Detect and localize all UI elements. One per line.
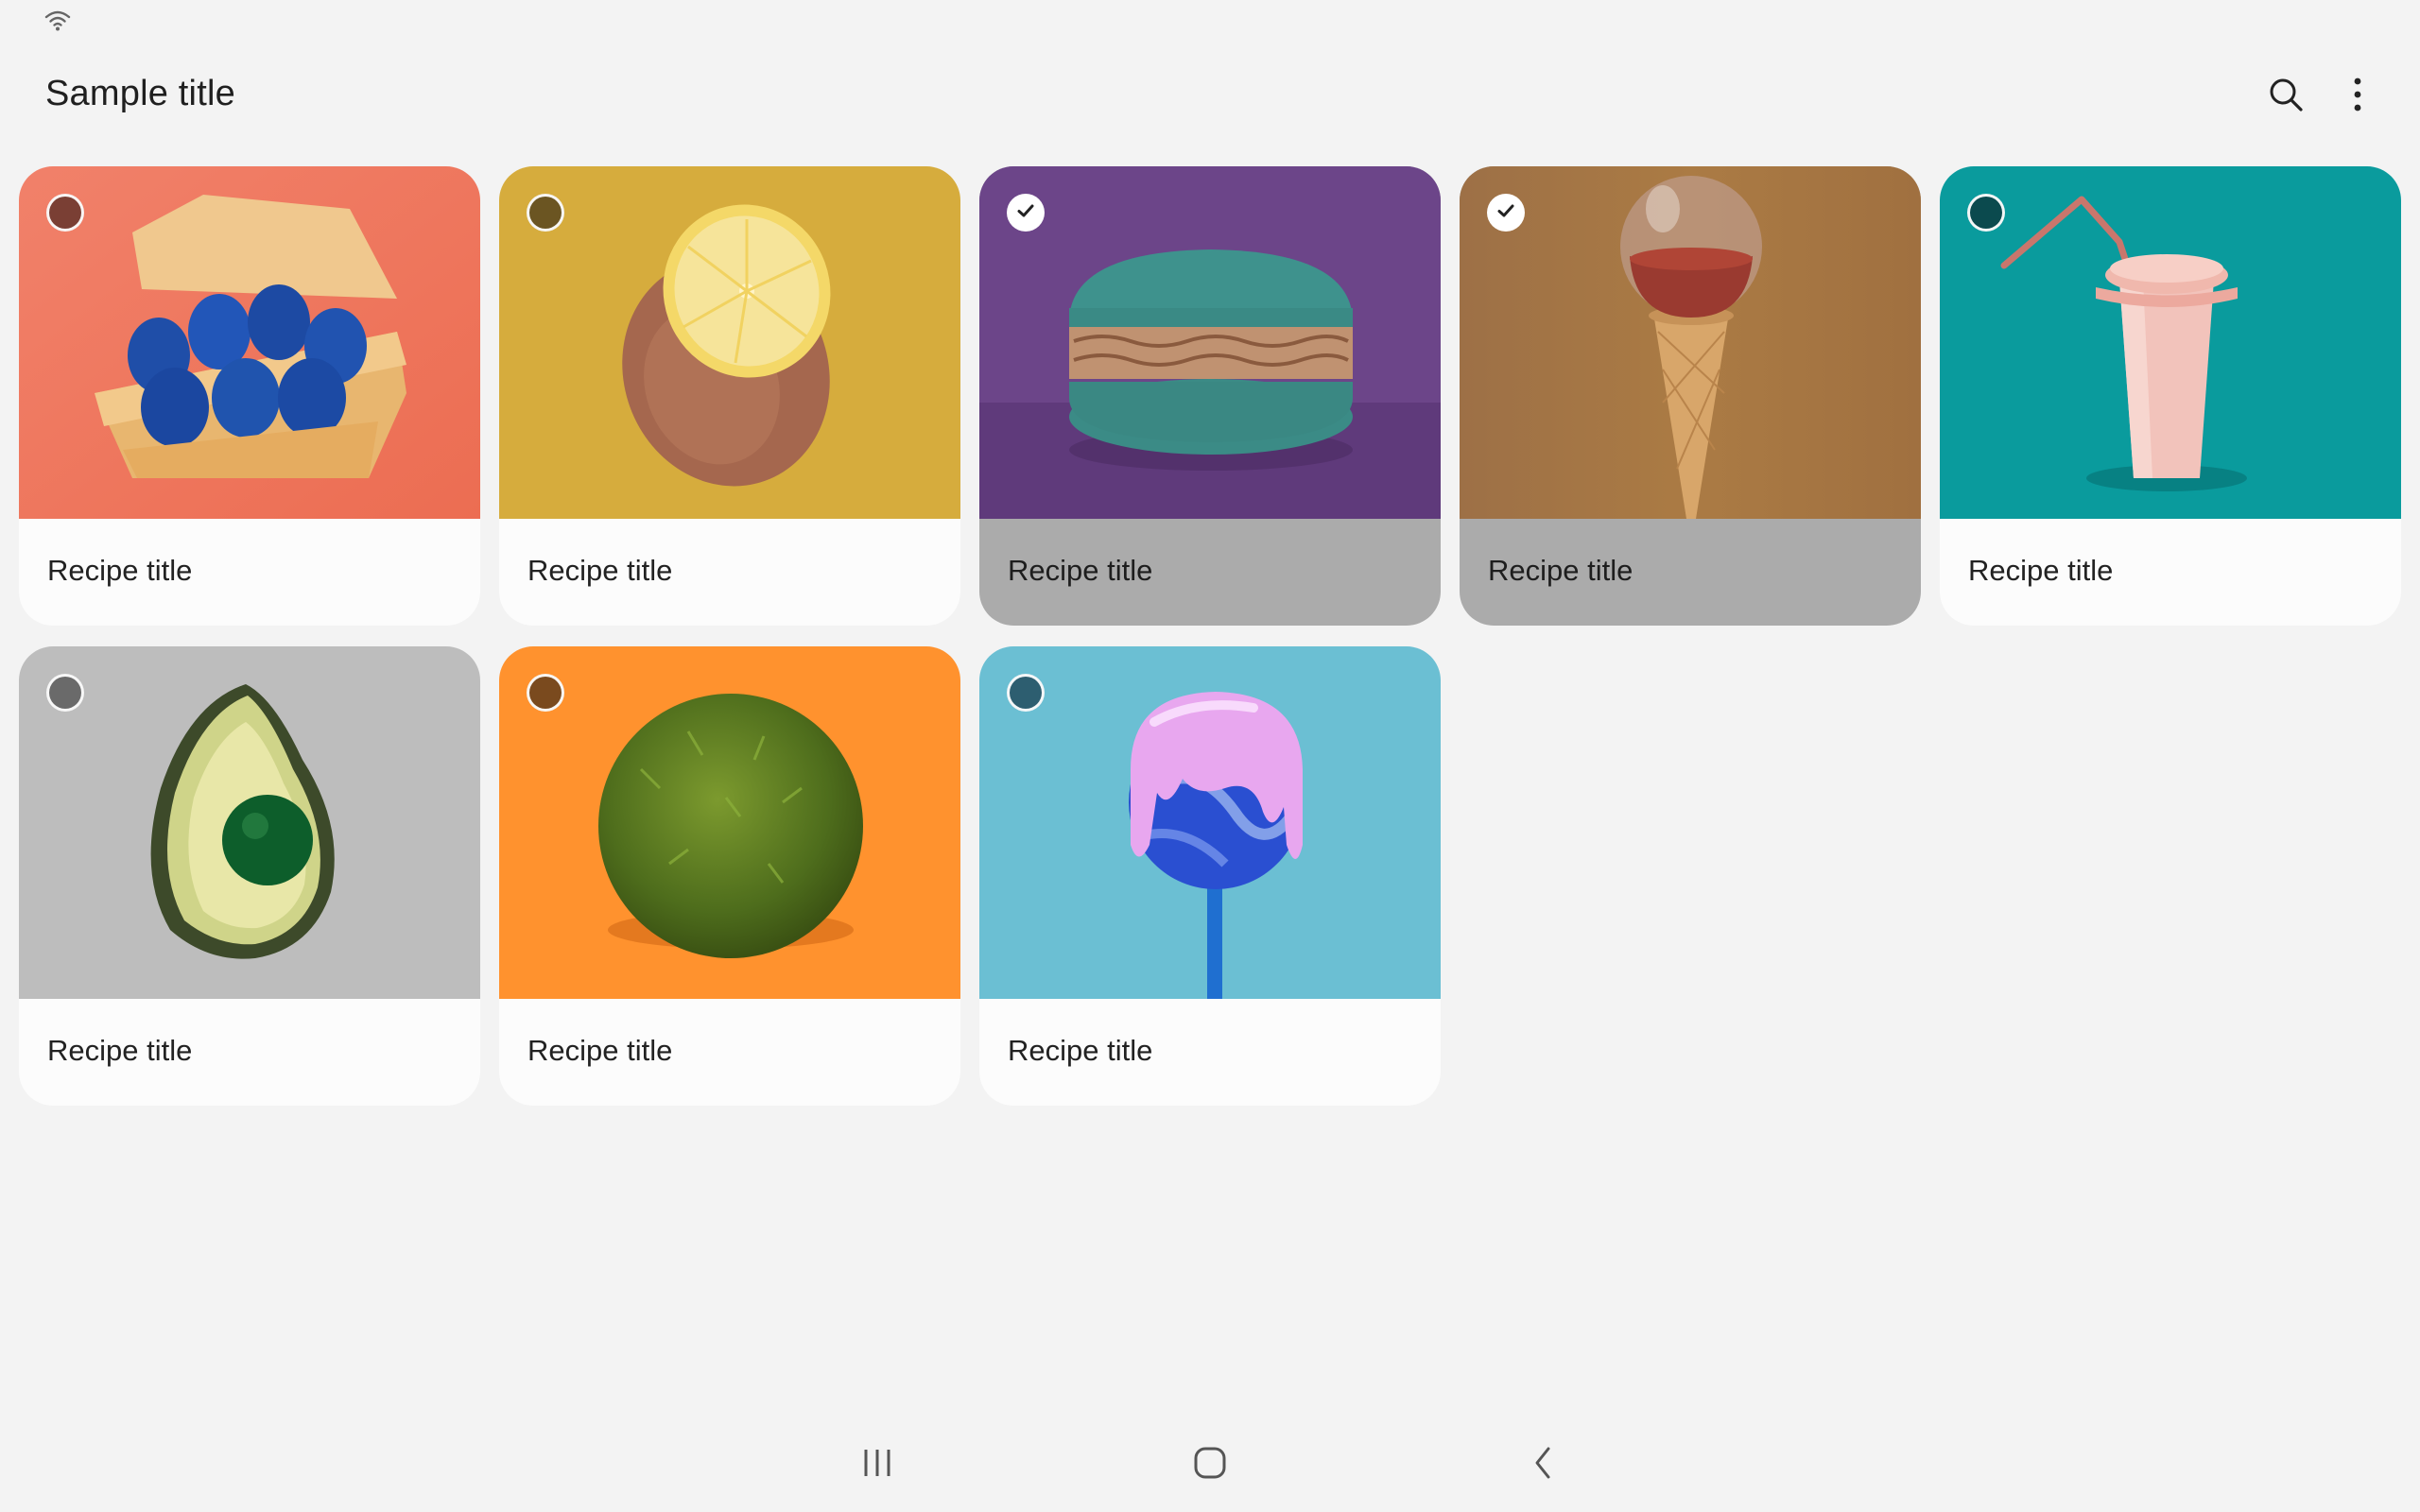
recipe-title: Recipe title bbox=[527, 554, 673, 587]
home-button[interactable] bbox=[1172, 1436, 1248, 1493]
wifi-icon bbox=[43, 9, 72, 32]
selection-checkbox[interactable] bbox=[46, 674, 84, 712]
home-icon bbox=[1193, 1446, 1227, 1485]
selection-checkbox[interactable] bbox=[1487, 194, 1525, 232]
recipe-card[interactable]: Recipe title bbox=[979, 166, 1441, 626]
recipe-title: Recipe title bbox=[1008, 1034, 1153, 1067]
recipe-title: Recipe title bbox=[47, 554, 193, 587]
recents-icon bbox=[860, 1448, 894, 1483]
recipe-image bbox=[19, 166, 480, 519]
check-icon bbox=[1014, 199, 1037, 227]
recipe-title: Recipe title bbox=[527, 1034, 673, 1067]
page-title: Sample title bbox=[45, 74, 235, 113]
more-options-button[interactable] bbox=[2331, 70, 2384, 123]
search-icon bbox=[2267, 76, 2305, 118]
recipe-card[interactable]: Recipe title bbox=[1940, 166, 2401, 626]
back-icon bbox=[1531, 1446, 1554, 1485]
recipe-image bbox=[979, 166, 1441, 519]
check-icon bbox=[1495, 199, 1517, 227]
selection-checkbox[interactable] bbox=[1967, 194, 2005, 232]
status-bar bbox=[0, 0, 2420, 42]
selection-checkbox[interactable] bbox=[527, 194, 564, 232]
recipe-title: Recipe title bbox=[1488, 554, 1634, 587]
recipe-title: Recipe title bbox=[1008, 554, 1153, 587]
more-vert-icon bbox=[2352, 76, 2363, 118]
recipe-image bbox=[979, 646, 1441, 999]
recipe-image bbox=[19, 646, 480, 999]
recents-button[interactable] bbox=[839, 1436, 915, 1493]
back-button[interactable] bbox=[1505, 1436, 1581, 1493]
recipe-title: Recipe title bbox=[1968, 554, 2114, 587]
recipe-card[interactable]: Recipe title bbox=[499, 646, 960, 1106]
recipe-image bbox=[1460, 166, 1921, 519]
recipe-title: Recipe title bbox=[47, 1034, 193, 1067]
recipe-image bbox=[499, 646, 960, 999]
recipe-image bbox=[499, 166, 960, 519]
recipe-card[interactable]: Recipe title bbox=[979, 646, 1441, 1106]
selection-checkbox[interactable] bbox=[527, 674, 564, 712]
selection-checkbox[interactable] bbox=[46, 194, 84, 232]
recipe-card[interactable]: Recipe title bbox=[19, 166, 480, 626]
selection-checkbox[interactable] bbox=[1007, 194, 1045, 232]
recipe-card[interactable]: Recipe title bbox=[1460, 166, 1921, 626]
recipe-image bbox=[1940, 166, 2401, 519]
selection-checkbox[interactable] bbox=[1007, 674, 1045, 712]
navigation-bar bbox=[0, 1418, 2420, 1512]
app-bar: Sample title bbox=[0, 57, 2420, 136]
recipe-card[interactable]: Recipe title bbox=[19, 646, 480, 1106]
recipe-card[interactable]: Recipe title bbox=[499, 166, 960, 626]
search-button[interactable] bbox=[2259, 70, 2312, 123]
